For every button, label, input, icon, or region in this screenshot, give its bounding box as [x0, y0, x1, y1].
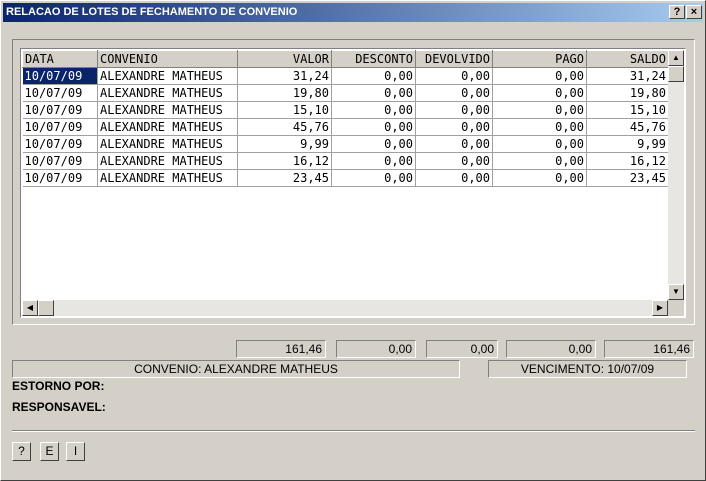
cell-saldo[interactable]: 45,76: [586, 118, 669, 136]
table-row[interactable]: 10/07/09 ALEXANDRE MATHEUS 16,12 0,00 0,00 0,…: [22, 152, 669, 170]
table-row[interactable]: 10/07/09 ALEXANDRE MATHEUS 45,76 0,00 0,00 0,…: [22, 118, 669, 136]
table-row[interactable]: 10/07/09 ALEXANDRE MATHEUS 19,80 0,00 0,00 0,…: [22, 84, 669, 102]
total-devolvido: 0,00: [426, 340, 498, 358]
help-title-button[interactable]: ?: [669, 5, 685, 19]
cell-saldo[interactable]: 23,45: [586, 169, 669, 187]
vertical-scroll-thumb[interactable]: [668, 66, 684, 82]
cell-pago[interactable]: 0,00: [492, 169, 587, 187]
col-header-devolvido[interactable]: DEVOLVIDO: [415, 50, 493, 68]
col-header-convenio[interactable]: CONVENIO: [97, 50, 238, 68]
lotes-grid[interactable]: DATA CONVENIO VALOR DESCONTO DEVOLVIDO P…: [20, 48, 686, 318]
cell-pago[interactable]: 0,00: [492, 152, 587, 170]
cell-saldo[interactable]: 9,99: [586, 135, 669, 153]
cell-devolvido[interactable]: 0,00: [415, 67, 493, 85]
table-row[interactable]: 10/07/09 ALEXANDRE MATHEUS 15,10 0,00 0,00 0,…: [22, 101, 669, 119]
cell-valor[interactable]: 31,24: [237, 67, 332, 85]
vertical-scrollbar[interactable]: ▲ ▼: [668, 50, 684, 300]
table-row[interactable]: 10/07/09 ALEXANDRE MATHEUS 31,24 0,00 0,00 0,…: [22, 67, 669, 85]
scroll-corner: [668, 300, 684, 316]
cell-pago[interactable]: 0,00: [492, 135, 587, 153]
cell-desconto[interactable]: 0,00: [331, 135, 416, 153]
cell-saldo[interactable]: 31,24: [586, 67, 669, 85]
window-title: RELACAO DE LOTES DE FECHAMENTO DE CONVEN…: [6, 6, 298, 18]
cell-data[interactable]: 10/07/09: [22, 84, 98, 102]
cell-valor[interactable]: 45,76: [237, 118, 332, 136]
cell-desconto[interactable]: 0,00: [331, 118, 416, 136]
scroll-up-button[interactable]: ▲: [668, 50, 684, 66]
scroll-right-button[interactable]: ▶: [652, 300, 668, 316]
convenio-info: CONVENIO: ALEXANDRE MATHEUS: [12, 360, 460, 378]
header-row: DATA CONVENIO VALOR DESCONTO DEVOLVIDO P…: [22, 50, 669, 68]
cell-valor[interactable]: 19,80: [237, 84, 332, 102]
total-desconto: 0,00: [336, 340, 416, 358]
cell-convenio[interactable]: ALEXANDRE MATHEUS: [97, 118, 238, 136]
cell-data[interactable]: 10/07/09: [22, 118, 98, 136]
cell-convenio[interactable]: ALEXANDRE MATHEUS: [97, 169, 238, 187]
title-bar: RELACAO DE LOTES DE FECHAMENTO DE CONVEN…: [3, 3, 703, 22]
cell-saldo[interactable]: 16,12: [586, 152, 669, 170]
cell-saldo[interactable]: 15,10: [586, 101, 669, 119]
cell-convenio[interactable]: ALEXANDRE MATHEUS: [97, 84, 238, 102]
cell-devolvido[interactable]: 0,00: [415, 84, 493, 102]
vencimento-info: VENCIMENTO: 10/07/09: [488, 360, 687, 378]
cell-convenio[interactable]: ALEXANDRE MATHEUS: [97, 101, 238, 119]
table-row[interactable]: 10/07/09 ALEXANDRE MATHEUS 23,45 0,00 0,00 0,…: [22, 169, 669, 187]
cell-pago[interactable]: 0,00: [492, 118, 587, 136]
cell-valor[interactable]: 16,12: [237, 152, 332, 170]
cell-pago[interactable]: 0,00: [492, 67, 587, 85]
table-row[interactable]: 10/07/09 ALEXANDRE MATHEUS 9,99 0,00 0,00 0,0…: [22, 135, 669, 153]
cell-data[interactable]: 10/07/09: [22, 67, 98, 85]
col-header-pago[interactable]: PAGO: [492, 50, 587, 68]
cell-data[interactable]: 10/07/09: [22, 135, 98, 153]
e-button[interactable]: E: [40, 442, 59, 461]
horizontal-scrollbar[interactable]: ◀ ▶: [22, 300, 668, 316]
responsavel-label: RESPONSAVEL:: [12, 400, 106, 414]
horizontal-scroll-thumb[interactable]: [38, 300, 54, 316]
triangle-right-icon: ▶: [656, 303, 664, 312]
cell-valor[interactable]: 9,99: [237, 135, 332, 153]
close-button[interactable]: ×: [686, 5, 702, 19]
col-header-saldo[interactable]: SALDO: [586, 50, 669, 68]
total-saldo: 161,46: [604, 340, 694, 358]
cell-desconto[interactable]: 0,00: [331, 101, 416, 119]
col-header-valor[interactable]: VALOR: [237, 50, 332, 68]
cell-data[interactable]: 10/07/09: [22, 169, 98, 187]
cell-pago[interactable]: 0,00: [492, 101, 587, 119]
cell-desconto[interactable]: 0,00: [331, 169, 416, 187]
cell-convenio[interactable]: ALEXANDRE MATHEUS: [97, 135, 238, 153]
estorno-label: ESTORNO POR:: [12, 379, 105, 393]
cell-convenio[interactable]: ALEXANDRE MATHEUS: [97, 152, 238, 170]
triangle-down-icon: ▼: [672, 287, 680, 296]
cell-devolvido[interactable]: 0,00: [415, 135, 493, 153]
cell-convenio[interactable]: ALEXANDRE MATHEUS: [97, 67, 238, 85]
separator: [12, 430, 695, 432]
total-valor: 161,46: [236, 340, 326, 358]
i-button[interactable]: I: [66, 442, 85, 461]
triangle-up-icon: ▲: [672, 53, 680, 62]
col-header-data[interactable]: DATA: [22, 50, 98, 68]
cell-saldo[interactable]: 19,80: [586, 84, 669, 102]
cell-devolvido[interactable]: 0,00: [415, 152, 493, 170]
cell-devolvido[interactable]: 0,00: [415, 118, 493, 136]
cell-data[interactable]: 10/07/09: [22, 101, 98, 119]
total-pago: 0,00: [506, 340, 596, 358]
scroll-down-button[interactable]: ▼: [668, 284, 684, 300]
cell-desconto[interactable]: 0,00: [331, 84, 416, 102]
dialog-window: RELACAO DE LOTES DE FECHAMENTO DE CONVEN…: [0, 0, 706, 481]
cell-data[interactable]: 10/07/09: [22, 152, 98, 170]
scroll-left-button[interactable]: ◀: [22, 300, 38, 316]
cell-pago[interactable]: 0,00: [492, 84, 587, 102]
cell-desconto[interactable]: 0,00: [331, 67, 416, 85]
cell-valor[interactable]: 23,45: [237, 169, 332, 187]
cell-valor[interactable]: 15,10: [237, 101, 332, 119]
cell-devolvido[interactable]: 0,00: [415, 101, 493, 119]
triangle-left-icon: ◀: [26, 303, 34, 312]
cell-devolvido[interactable]: 0,00: [415, 169, 493, 187]
col-header-desconto[interactable]: DESCONTO: [331, 50, 416, 68]
lotes-table: DATA CONVENIO VALOR DESCONTO DEVOLVIDO P…: [22, 50, 669, 187]
cell-desconto[interactable]: 0,00: [331, 152, 416, 170]
help-button[interactable]: ?: [12, 442, 31, 461]
